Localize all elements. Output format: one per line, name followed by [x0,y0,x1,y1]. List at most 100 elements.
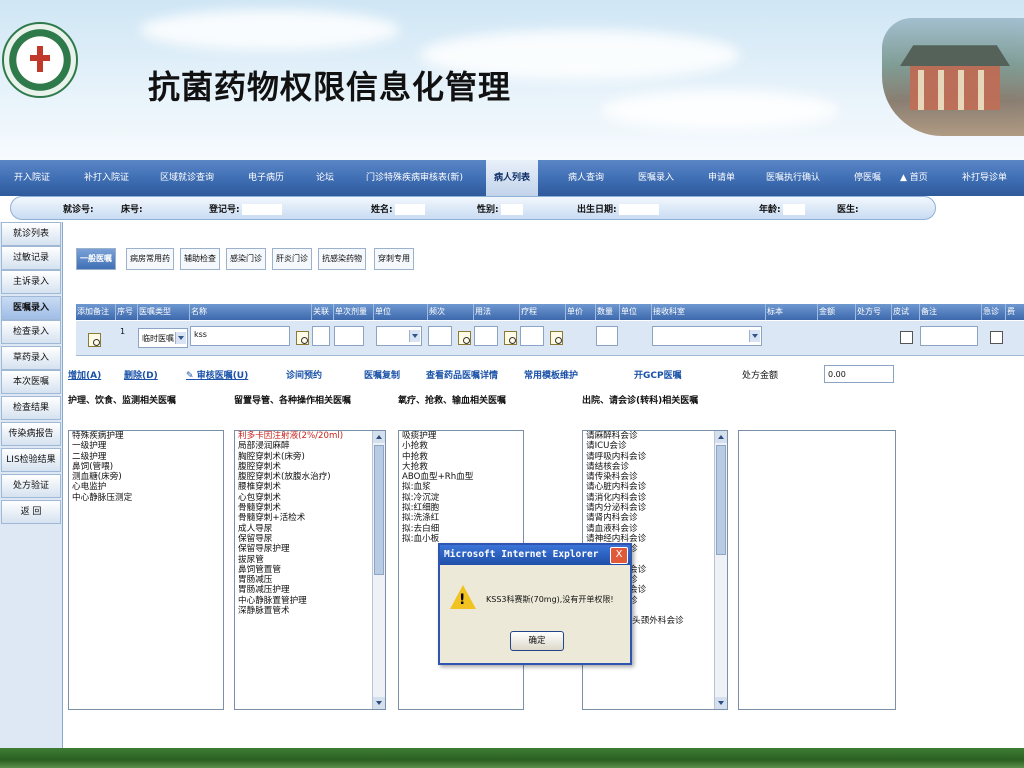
list-item[interactable]: 局部浸润麻醉 [235,441,385,451]
gcp-order-link[interactable]: 开GCP医嘱 [634,368,682,381]
scroll-down-icon[interactable] [373,697,385,709]
list-item[interactable]: 大抢救 [399,462,523,472]
scroll-up-icon[interactable] [373,431,385,443]
list-item[interactable]: 利多卡因注射液(2%/20ml) [235,431,385,441]
list-item[interactable]: 请传染科会诊 [583,472,727,482]
list-item[interactable]: 二级护理 [69,452,223,462]
scroll-down-icon[interactable] [715,697,727,709]
usage-input[interactable] [474,326,498,346]
list-item[interactable]: 胃肠减压 [235,575,385,585]
link-input[interactable] [312,326,330,346]
listbox-empty[interactable] [738,430,896,710]
template-link[interactable]: 常用模板维护 [524,368,578,381]
list-item[interactable]: ABO血型+Rh血型 [399,472,523,482]
list-item[interactable]: 中抢救 [399,452,523,462]
list-item[interactable]: 拔尿管 [235,555,385,565]
nav-item-reprint-admission[interactable]: 补打入院证 [84,160,129,196]
list-item[interactable]: 保留导尿 [235,534,385,544]
subtab-puncture[interactable]: 穿刺专用 [374,248,414,270]
list-item[interactable]: 拟:冷沉淀 [399,493,523,503]
subtab-general-orders[interactable]: 一般医嘱 [76,248,116,270]
review-order-link[interactable]: ✎ 审核医嘱(U) [186,368,248,381]
list-item[interactable]: 拟:红细胞 [399,503,523,513]
sidebar-item-current-orders[interactable]: 本次医嘱 [1,370,61,394]
subtab-infection-clinic[interactable]: 感染门诊 [226,248,266,270]
scrollbar[interactable] [372,431,385,709]
list-item[interactable]: 请血液科会诊 [583,524,727,534]
sidebar-item-herbal-entry[interactable]: 草药录入 [1,346,61,370]
list-item[interactable]: 腹腔穿刺术 [235,462,385,472]
sidebar-item-back[interactable]: 返 回 [1,500,61,524]
list-item[interactable]: 拟:去白细 [399,524,523,534]
frequency-input[interactable] [428,326,452,346]
nav-item-patient-list[interactable]: 病人列表 [486,160,539,196]
list-item[interactable]: 骨髓穿刺术 [235,503,385,513]
sidebar-item-complaint[interactable]: 主诉录入 [1,270,61,294]
list-item[interactable]: 吸痰护理 [399,431,523,441]
list-item[interactable]: 拟:洗涤红 [399,513,523,523]
nav-item-forum[interactable]: 论坛 [316,160,334,196]
nav-item-admission[interactable]: 开入院证 [14,160,50,196]
sidebar-item-infection-report[interactable]: 传染病报告 [1,422,61,446]
list-item[interactable]: 保留导尿护理 [235,544,385,554]
sidebar-item-lis-results[interactable]: LIS检验结果 [1,448,61,472]
nav-item-stop-order[interactable]: 停医嘱 [854,160,881,196]
list-item[interactable]: 深静脉置管术 [235,606,385,616]
skin-test-checkbox[interactable] [900,331,913,344]
list-item[interactable]: 拟:血浆 [399,482,523,492]
add-note-icon[interactable] [88,333,101,347]
sidebar-item-order-entry[interactable]: 医嘱录入 [1,296,61,320]
listbox-procedures[interactable]: 利多卡因注射液(2%/20ml) 局部浸润麻醉 胸腔穿刺术(床旁) 腹腔穿刺术 腹腔穿刺… [234,430,386,710]
list-item[interactable]: 中心静脉置管护理 [235,596,385,606]
list-item[interactable]: 请结核会诊 [583,462,727,472]
scroll-thumb[interactable] [716,445,726,555]
sidebar-item-exam-results[interactable]: 检查结果 [1,396,61,420]
emergency-checkbox[interactable] [990,331,1003,344]
listbox-nursing[interactable]: 特殊疾病护理 一级护理 二级护理 鼻饲(管喂) 测血糖(床旁) 心电监护 中心静脉压测定 [68,430,224,710]
sidebar-item-exam-entry[interactable]: 检查录入 [1,320,61,344]
list-item[interactable]: 腰椎穿刺术 [235,482,385,492]
drug-name-input[interactable]: kss [190,326,290,346]
nav-item-home[interactable]: ▲ 首页 [900,160,928,196]
list-item[interactable]: 请ICU会诊 [583,441,727,451]
list-item[interactable]: 胃肠减压护理 [235,585,385,595]
scroll-thumb[interactable] [374,445,384,575]
remark-input[interactable] [920,326,978,346]
nav-item-request[interactable]: 申请单 [708,160,735,196]
close-icon[interactable]: X [610,547,628,564]
list-item[interactable]: 请内分泌科会诊 [583,503,727,513]
qty-input[interactable] [596,326,618,346]
course-lookup-icon[interactable] [550,331,563,345]
unit-select[interactable] [376,326,422,346]
nav-item-patient-query[interactable]: 病人查询 [568,160,604,196]
subtab-hepatitis-clinic[interactable]: 肝炎门诊 [272,248,312,270]
delete-order-link[interactable]: 删除(D) [124,368,158,381]
dose-input[interactable] [334,326,364,346]
add-order-link[interactable]: 增加(A) [68,368,101,381]
list-item[interactable]: 中心静脉压测定 [69,493,223,503]
subtab-aux-exam[interactable]: 辅助检查 [180,248,220,270]
course-input[interactable] [520,326,544,346]
list-item[interactable]: 胸腔穿刺术(床旁) [235,452,385,462]
list-item[interactable]: 请消化内科会诊 [583,493,727,503]
order-type-select[interactable]: 临时医嘱 [138,328,188,348]
nav-item-regional-query[interactable]: 区域就诊查询 [160,160,214,196]
list-item[interactable]: 测血糖(床旁) [69,472,223,482]
list-item[interactable]: 特殊疾病护理 [69,431,223,441]
sidebar-item-visit-list[interactable]: 就诊列表 [1,222,61,246]
lookup-icon[interactable] [296,331,309,345]
list-item[interactable]: 心电监护 [69,482,223,492]
nav-item-reprint-guide[interactable]: 补打导诊单 [962,160,1007,196]
sidebar-item-allergy[interactable]: 过敏记录 [1,246,61,270]
scrollbar[interactable] [714,431,727,709]
appointment-link[interactable]: 诊间预约 [286,368,322,381]
list-item[interactable]: 请呼吸内科会诊 [583,452,727,462]
ok-button[interactable]: 确定 [510,631,564,651]
nav-item-special-disease[interactable]: 门诊特殊疾病审核表(新) [366,160,463,196]
frequency-lookup-icon[interactable] [458,331,471,345]
drug-detail-link[interactable]: 查看药品医嘱详情 [426,368,498,381]
list-item[interactable]: 鼻饲管置管 [235,565,385,575]
subtab-ward-common-drugs[interactable]: 病房常用药 [126,248,174,270]
scroll-up-icon[interactable] [715,431,727,443]
copy-order-link[interactable]: 医嘱复制 [364,368,400,381]
